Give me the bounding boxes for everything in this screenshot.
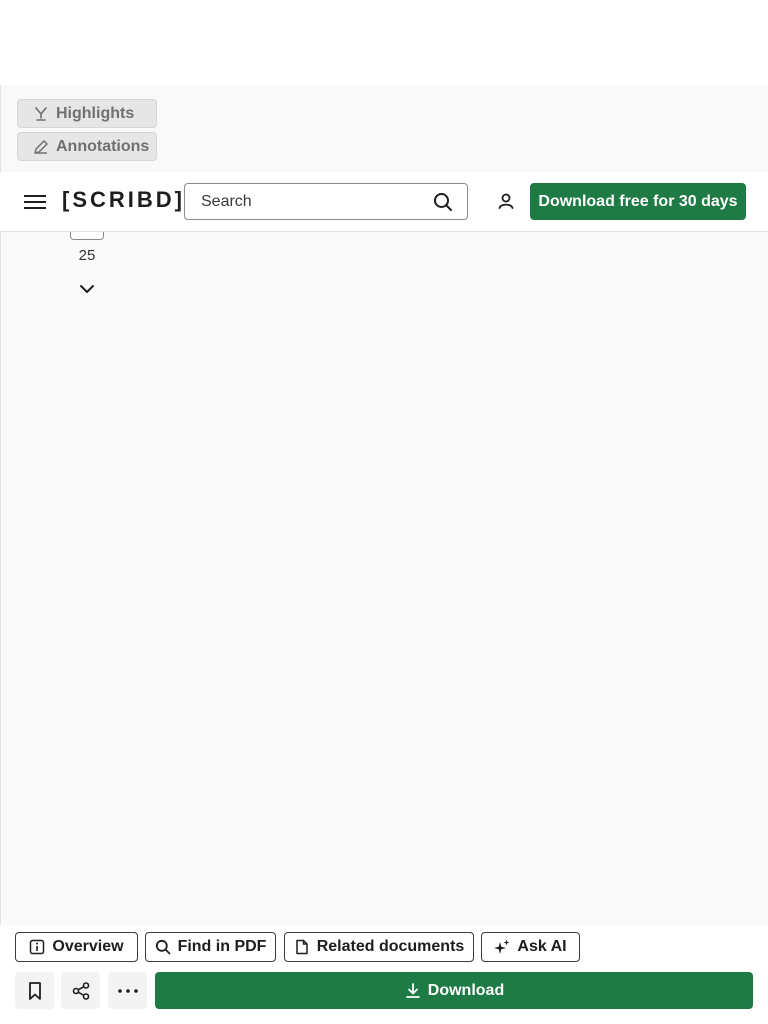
- tools-panel: Highlights Annotations: [0, 85, 768, 172]
- download-icon: [404, 982, 422, 1000]
- bookmark-button[interactable]: [15, 972, 54, 1009]
- search-field[interactable]: [184, 183, 468, 220]
- menu-icon[interactable]: [24, 191, 48, 213]
- search-input[interactable]: [185, 184, 415, 219]
- download-label: Download: [427, 981, 505, 999]
- download-free-button[interactable]: Download free for 30 days: [530, 183, 746, 220]
- search-icon[interactable]: [433, 192, 453, 212]
- tab-ask-label: Ask AI: [517, 938, 567, 955]
- tab-find-label: Find in PDF: [177, 938, 267, 955]
- sparkle-icon: [494, 939, 510, 955]
- more-options-button[interactable]: [108, 972, 147, 1009]
- bottom-action-bar: Overview Find in PDF Related documents A…: [0, 925, 768, 1024]
- info-icon: [29, 939, 45, 955]
- pencil-icon: [32, 138, 50, 156]
- tab-ask-ai[interactable]: Ask AI: [481, 932, 580, 962]
- download-button[interactable]: Download: [155, 972, 753, 1009]
- share-icon: [72, 981, 89, 1000]
- highlights-button[interactable]: Highlights: [17, 99, 157, 128]
- bookmark-icon: [28, 981, 41, 1000]
- search-icon: [155, 939, 171, 955]
- annotations-button[interactable]: Annotations: [17, 132, 157, 161]
- tab-related-documents[interactable]: Related documents: [284, 932, 474, 962]
- tab-overview-label: Overview: [52, 938, 124, 955]
- more-icon: [117, 988, 138, 993]
- annotations-label: Annotations: [56, 137, 150, 155]
- tab-find-in-pdf[interactable]: Find in PDF: [145, 932, 276, 962]
- user-icon[interactable]: [496, 191, 516, 211]
- top-header: [SCRIBD] Download free for 30 days: [0, 172, 768, 232]
- document-viewer: 25: [0, 232, 768, 925]
- chevron-down-icon[interactable]: [78, 280, 96, 298]
- scribd-logo[interactable]: [SCRIBD]: [62, 187, 185, 213]
- highlighter-icon: [32, 105, 50, 123]
- share-button[interactable]: [61, 972, 100, 1009]
- top-blank-area: [0, 0, 768, 85]
- document-icon: [294, 939, 310, 955]
- highlights-label: Highlights: [56, 104, 135, 122]
- tab-related-label: Related documents: [316, 938, 465, 955]
- page-thumbnail[interactable]: [70, 232, 104, 240]
- tab-overview[interactable]: Overview: [15, 932, 138, 962]
- page-number: 25: [78, 247, 96, 264]
